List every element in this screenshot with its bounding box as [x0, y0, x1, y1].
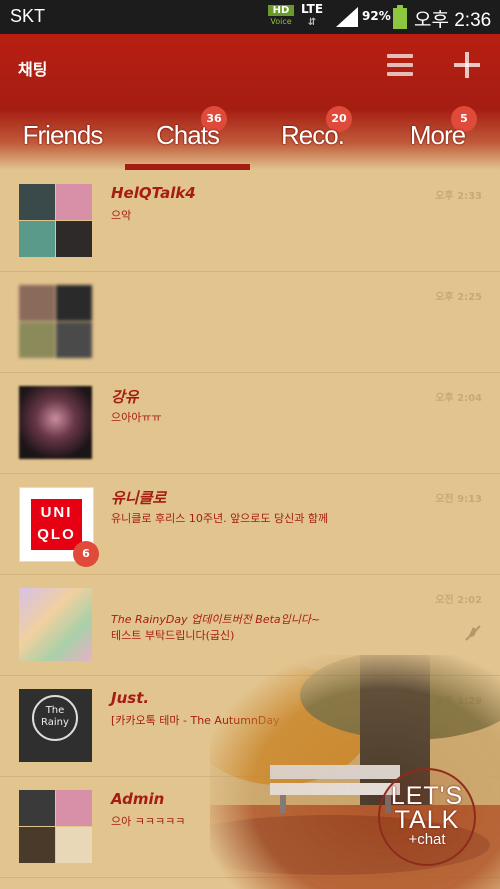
- battery-icon: [393, 5, 407, 29]
- chat-name: HelQTalk4: [111, 184, 196, 202]
- chat-name: Admin: [111, 790, 165, 808]
- rainyday-avatar: The Rainy: [19, 689, 92, 762]
- chat-row[interactable]: 오후 2:25: [0, 271, 500, 373]
- app-header: 채팅 Friends 36 Chats 20 Reco. 5 More: [0, 34, 500, 170]
- chat-preview: [카카오톡 테마 - The AutumnDay: [111, 714, 280, 727]
- tab-reco[interactable]: 20 Reco.: [250, 106, 375, 166]
- chat-preview: The RainyDay 업데이트버전 Beta입니다~: [111, 613, 321, 626]
- lets-talk-badge: LET'S TALK +chat: [378, 768, 476, 866]
- tab-friends[interactable]: Friends: [0, 106, 125, 166]
- page-title: 채팅: [18, 60, 48, 79]
- chat-time: 오전 2:02: [435, 595, 482, 606]
- chat-preview-line2: 테스트 부탁드립니다(굽신): [111, 629, 235, 642]
- profile-avatar: [19, 386, 92, 459]
- profile-avatar: [19, 588, 92, 661]
- chat-time: 오후 1:29: [435, 696, 482, 707]
- tab-label: Chats: [156, 120, 220, 150]
- chat-row[interactable]: 강유 으아아ㅠㅠ 오후 2:04: [0, 372, 500, 474]
- tab-more[interactable]: 5 More: [375, 106, 500, 166]
- chat-row[interactable]: HelQTalk4 으악 오후 2:33: [0, 170, 500, 272]
- chat-time: 오후 2:04: [435, 393, 482, 404]
- chat-row[interactable]: The Rainy Just. [카카오톡 테마 - The AutumnDay…: [0, 675, 500, 777]
- battery-percent: 92%: [362, 9, 391, 23]
- chat-preview: 으악: [111, 209, 132, 222]
- chat-time: 오전 9:13: [435, 494, 482, 505]
- chat-row[interactable]: UNI QLO 6 유니클로 유니클로 후리스 10주년. 앞으로도 당신과 함…: [0, 473, 500, 575]
- chat-time: 오후 2:33: [435, 191, 482, 202]
- tab-label: Friends: [22, 120, 104, 150]
- tab-label: More: [409, 120, 466, 150]
- add-chat-icon[interactable]: [454, 52, 480, 78]
- carrier-label: SKT: [10, 6, 46, 26]
- signal-icon: [336, 7, 358, 27]
- hd-voice-icon: HD Voice: [268, 5, 294, 29]
- chat-name: 유니클로: [111, 489, 167, 507]
- group-avatar: [19, 790, 92, 863]
- mute-icon[interactable]: [464, 624, 482, 642]
- chat-preview: 으아아ㅠㅠ: [111, 411, 162, 424]
- chat-preview: 유니클로 후리스 10주년. 앞으로도 당신과 함께: [111, 512, 329, 525]
- chat-name: Just.: [111, 689, 150, 707]
- group-avatar: [19, 184, 92, 257]
- tab-label: Reco.: [281, 120, 345, 150]
- status-clock: 오후 2:36: [414, 10, 492, 31]
- status-bar: SKT HD Voice LTE ⇵ 92% 오후 2:36: [0, 0, 500, 34]
- chat-time: 오후 2:25: [435, 292, 482, 303]
- group-avatar: [19, 285, 92, 358]
- unread-badge: 6: [73, 541, 99, 567]
- chat-name: 강유: [111, 388, 139, 406]
- network-type: LTE ⇵: [301, 2, 324, 29]
- tab-chats[interactable]: 36 Chats: [125, 106, 250, 166]
- menu-icon[interactable]: [387, 54, 413, 78]
- chat-preview: 으아 ㅋㅋㅋㅋㅋ: [111, 815, 186, 828]
- chat-row[interactable]: The RainyDay 업데이트버전 Beta입니다~ 테스트 부탁드립니다(…: [0, 574, 500, 676]
